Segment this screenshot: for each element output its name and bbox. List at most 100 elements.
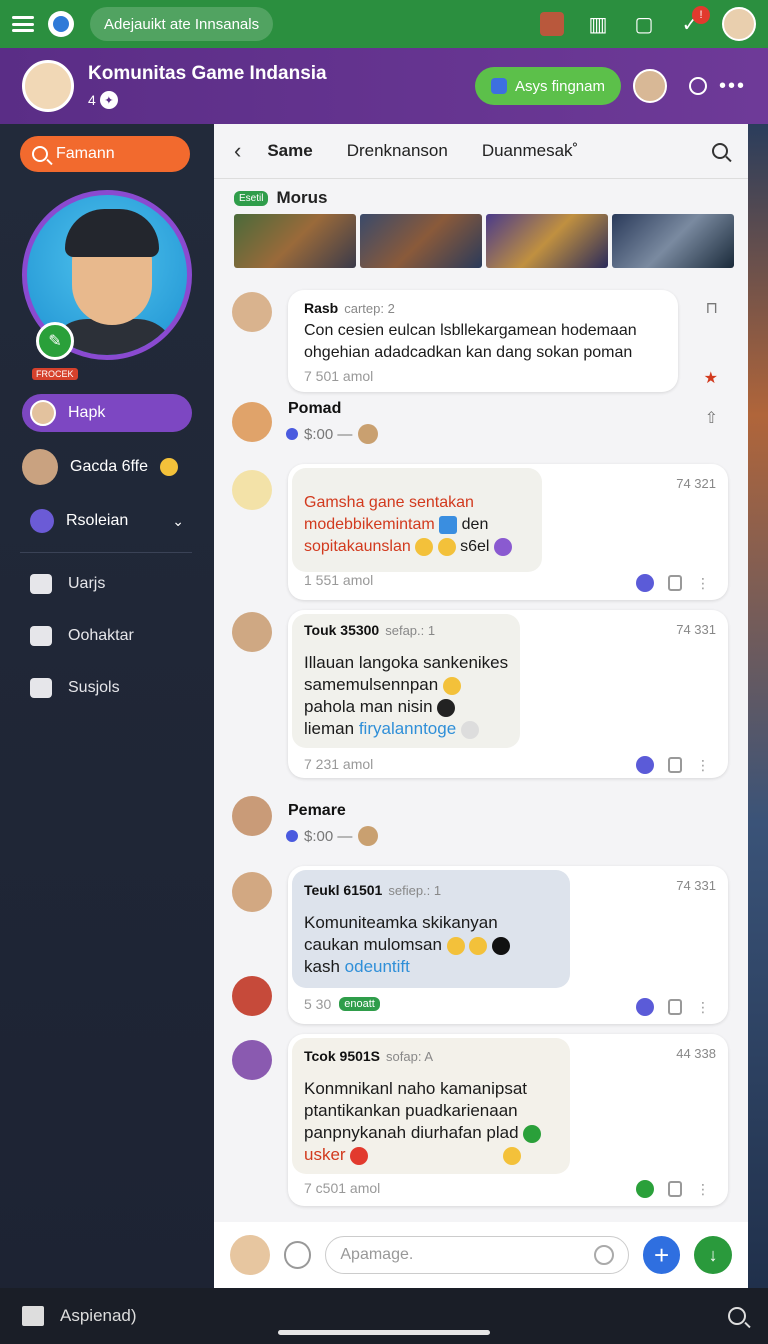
top-actions: ▥ ▢ ✓! — [538, 6, 756, 41]
message-author: Teukl 61501 — [304, 882, 383, 898]
community-title: Komunitas Game Indansia — [88, 63, 327, 84]
tab-duanmesak[interactable]: Duanmesak˚ — [482, 141, 578, 161]
emoji-icon[interactable] — [593, 1245, 614, 1265]
avatar[interactable] — [232, 1040, 272, 1080]
tab-same[interactable]: Same — [267, 141, 312, 161]
add-button[interactable]: + — [642, 1236, 681, 1274]
message-meta: sofap: A — [386, 1049, 433, 1064]
home-indicator[interactable] — [278, 1330, 490, 1335]
avatar — [30, 400, 56, 426]
discord-icon — [490, 78, 507, 94]
background-art — [748, 124, 768, 1288]
message-tag: enoatt — [339, 997, 380, 1011]
notification-icon[interactable]: ✓! — [676, 6, 710, 38]
more-options-icon[interactable]: ••• — [719, 75, 746, 98]
attachment-icon[interactable] — [668, 575, 682, 591]
emoji-icon — [159, 458, 178, 476]
app-logo-icon[interactable] — [48, 11, 74, 37]
message-author: Tcok 9501S — [304, 1048, 381, 1064]
avatar[interactable] — [232, 796, 272, 836]
member-avatar[interactable] — [632, 69, 667, 103]
avatar[interactable] — [232, 872, 272, 912]
message-actions: ⋮ — [636, 756, 710, 774]
reaction-icon[interactable] — [636, 1180, 654, 1198]
message-input[interactable]: Apamage. — [325, 1236, 629, 1274]
camera-icon — [30, 626, 52, 646]
top-bar: Adejauikt ate Innsanals ▥ ▢ ✓! — [0, 0, 768, 48]
message-card[interactable]: Rasb cartep: 2 Con cesien eulcan lsblleka… — [288, 290, 678, 392]
tab-drenknanson[interactable]: Drenknanson — [347, 141, 448, 161]
avatar[interactable] — [232, 612, 272, 652]
reaction-icon[interactable] — [636, 756, 654, 774]
gallery-thumbnail[interactable] — [612, 214, 734, 268]
more-icon[interactable]: ⋮ — [696, 757, 710, 774]
message-card[interactable]: Tcok 9501S sofap: A Konmnikanl naho kaman… — [288, 1034, 728, 1206]
sidebar-item-rsoleian[interactable]: Rsoleian ⌄ — [22, 502, 192, 540]
menu-icon[interactable] — [12, 16, 34, 32]
message-text: Con cesien eulcan lsbllekargamean hodema… — [304, 322, 637, 361]
bottom-label[interactable]: Aspienad) — [60, 1306, 137, 1326]
sidebar-item-hapk[interactable]: Hapk — [22, 394, 192, 432]
message-timestamp: 74 321 — [676, 476, 716, 491]
notification-badge: ! — [692, 6, 710, 24]
avatar[interactable] — [232, 292, 272, 332]
attachment-icon[interactable] — [668, 999, 682, 1015]
flag-icon[interactable]: ⊓ — [706, 298, 718, 318]
more-icon[interactable]: ⋮ — [696, 1181, 710, 1198]
top-search-bar[interactable]: Adejauikt ate Innsanals — [90, 7, 274, 41]
send-button[interactable]: ↓ — [694, 1236, 732, 1274]
steam-icon: ✦ — [99, 91, 118, 109]
gallery-thumbnail[interactable] — [486, 214, 608, 268]
message-author: Rasb — [304, 300, 339, 316]
message-card[interactable]: Gamsha gane sentakan modebbikemintam den… — [288, 464, 728, 600]
user-avatar[interactable] — [722, 7, 756, 41]
community-avatar — [22, 60, 74, 112]
bottom-bar: Aspienad) — [0, 1288, 768, 1344]
message-timestamp: 44 338 — [676, 1046, 716, 1061]
join-button[interactable]: Asys fingnam — [474, 67, 621, 105]
share-icon[interactable]: ⇧ — [705, 408, 718, 428]
community-subtitle: 4 ✦ — [88, 91, 327, 109]
chat-icon[interactable]: ▢ — [630, 10, 658, 38]
message-time: 7 501 amol — [304, 368, 374, 384]
attach-icon[interactable] — [283, 1241, 312, 1269]
message-text: Gamsha gane sentakan modebbikemintam den… — [304, 492, 512, 558]
sidebar-item-gacda[interactable]: Gacda 6ffe — [22, 448, 192, 486]
edit-profile-icon[interactable]: ✎ — [36, 322, 74, 360]
back-icon[interactable]: ‹ — [234, 138, 241, 164]
home-icon — [30, 574, 52, 594]
chart-icon[interactable]: ▥ — [584, 10, 612, 38]
status-icon[interactable] — [688, 77, 707, 95]
message-author: Touk 35300 — [304, 622, 380, 638]
message-text: Illauan langoka sankenikes samemulsennpa… — [304, 653, 509, 739]
avatar[interactable] — [232, 470, 272, 510]
avatar[interactable] — [232, 976, 272, 1016]
reaction-icon[interactable] — [636, 574, 654, 592]
emoji-icon — [358, 424, 379, 444]
gallery-header: Esetil Morus — [234, 188, 327, 208]
divider — [214, 178, 748, 179]
sidebar-link-oohaktar[interactable]: Oohaktar — [30, 626, 134, 646]
search-icon[interactable] — [728, 1307, 746, 1325]
sidebar-link-uarjs[interactable]: Uarjs — [30, 574, 105, 594]
star-icon[interactable]: ★ — [704, 368, 718, 388]
message-text: Komuniteamka skikanyan caukan mulomsan k… — [304, 912, 511, 978]
more-icon[interactable]: ⋮ — [696, 999, 710, 1016]
tab-bar: ‹ Same Drenknanson Duanmesak˚ — [214, 124, 748, 178]
gallery-thumbnail[interactable] — [360, 214, 482, 268]
more-icon[interactable]: ⋮ — [696, 575, 710, 592]
game-icon[interactable] — [538, 10, 566, 38]
reaction-icon[interactable] — [636, 998, 654, 1016]
search-icon[interactable] — [712, 143, 728, 159]
message-author: Pomad — [288, 400, 342, 417]
avatar[interactable] — [232, 402, 272, 442]
sidebar-link-susjols[interactable]: Susjols — [30, 678, 120, 698]
attachment-icon[interactable] — [668, 757, 682, 773]
gallery-thumbnail[interactable] — [234, 214, 356, 268]
message-card[interactable]: Touk 35300 sefap.: 1 Illauan langoka sank… — [288, 610, 728, 778]
sidebar-search-button[interactable]: Famann — [20, 136, 190, 172]
apps-icon[interactable] — [22, 1306, 44, 1326]
avatar[interactable] — [230, 1235, 270, 1275]
message-card[interactable]: Teukl 61501 sefiep.: 1 Komuniteamka skika… — [288, 866, 728, 1024]
attachment-icon[interactable] — [668, 1181, 682, 1197]
